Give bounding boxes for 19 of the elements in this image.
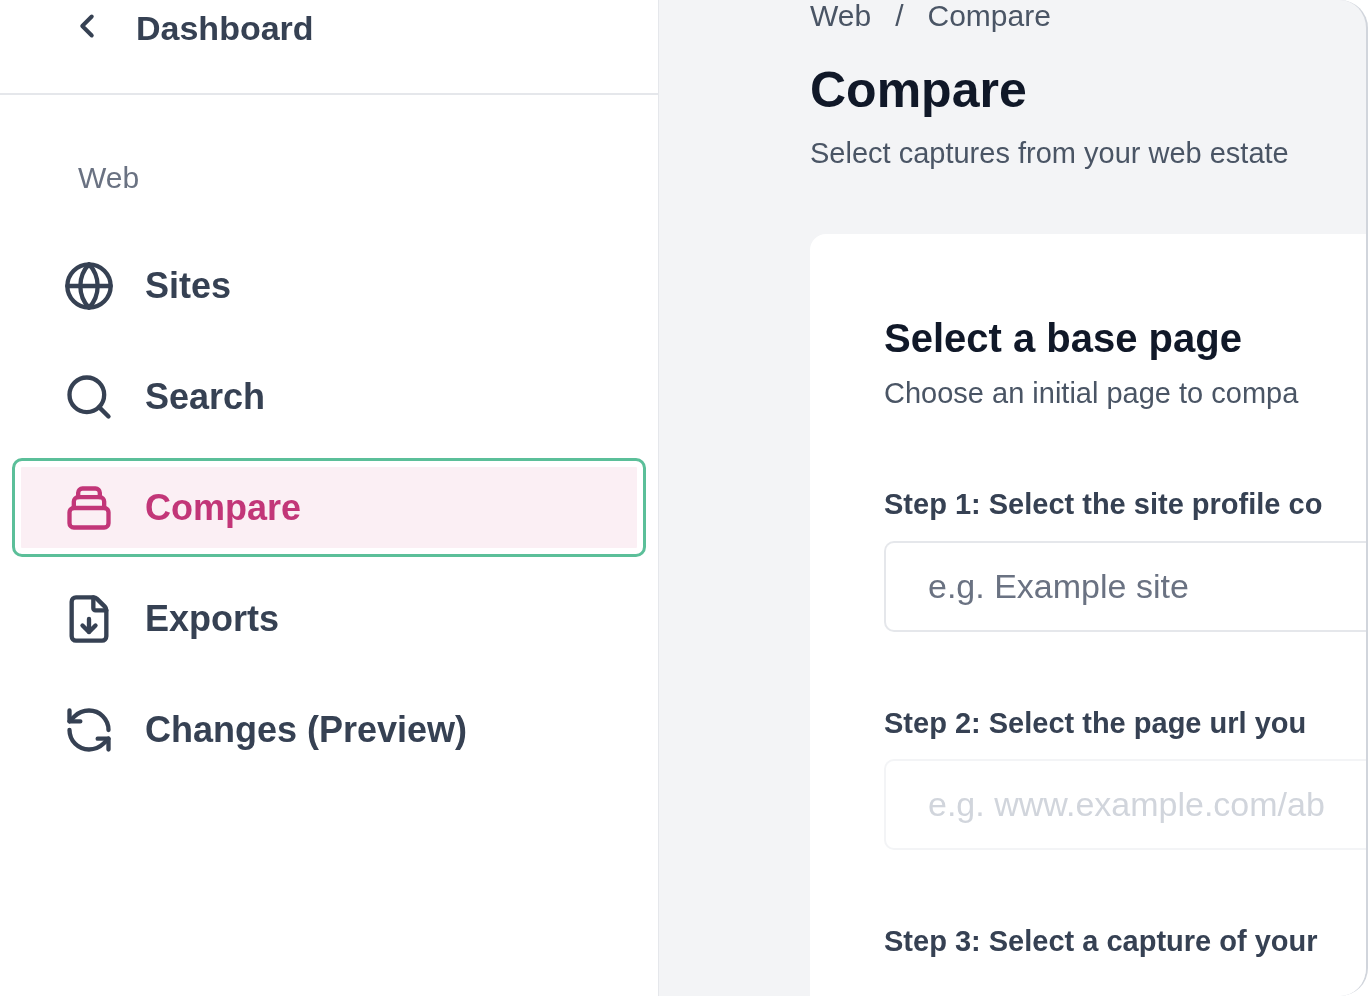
sidebar-item[interactable]: Compare [12, 458, 646, 557]
breadcrumb-separator: / [895, 0, 904, 32]
step-label: Step 2: Select the page url you [884, 705, 1307, 741]
sidebar-item[interactable]: Changes (Preview) [12, 680, 646, 779]
breadcrumb-link[interactable]: Web [810, 0, 872, 32]
back-link[interactable]: Dashboard [136, 6, 314, 50]
page-subtitle: Select captures from your web estate [810, 136, 1289, 171]
globe-icon [63, 259, 115, 312]
page-title: Compare [810, 61, 1027, 120]
sidebar-item[interactable]: Sites [12, 236, 646, 335]
input-field[interactable]: e.g. Example site [884, 540, 1366, 632]
section-label: Web [78, 160, 140, 196]
step-label: Step 1: Select the site profile co [884, 487, 1323, 522]
card-title: Select a base page [884, 314, 1242, 362]
breadcrumb-link[interactable]: Compare [927, 0, 1051, 32]
card-description: Choose an initial page to compa [884, 375, 1299, 411]
sidebar-item[interactable]: Exports [12, 569, 646, 668]
sidebar-item[interactable]: Search [12, 347, 646, 446]
step-label: Step 3: Select a capture of your [884, 924, 1318, 959]
